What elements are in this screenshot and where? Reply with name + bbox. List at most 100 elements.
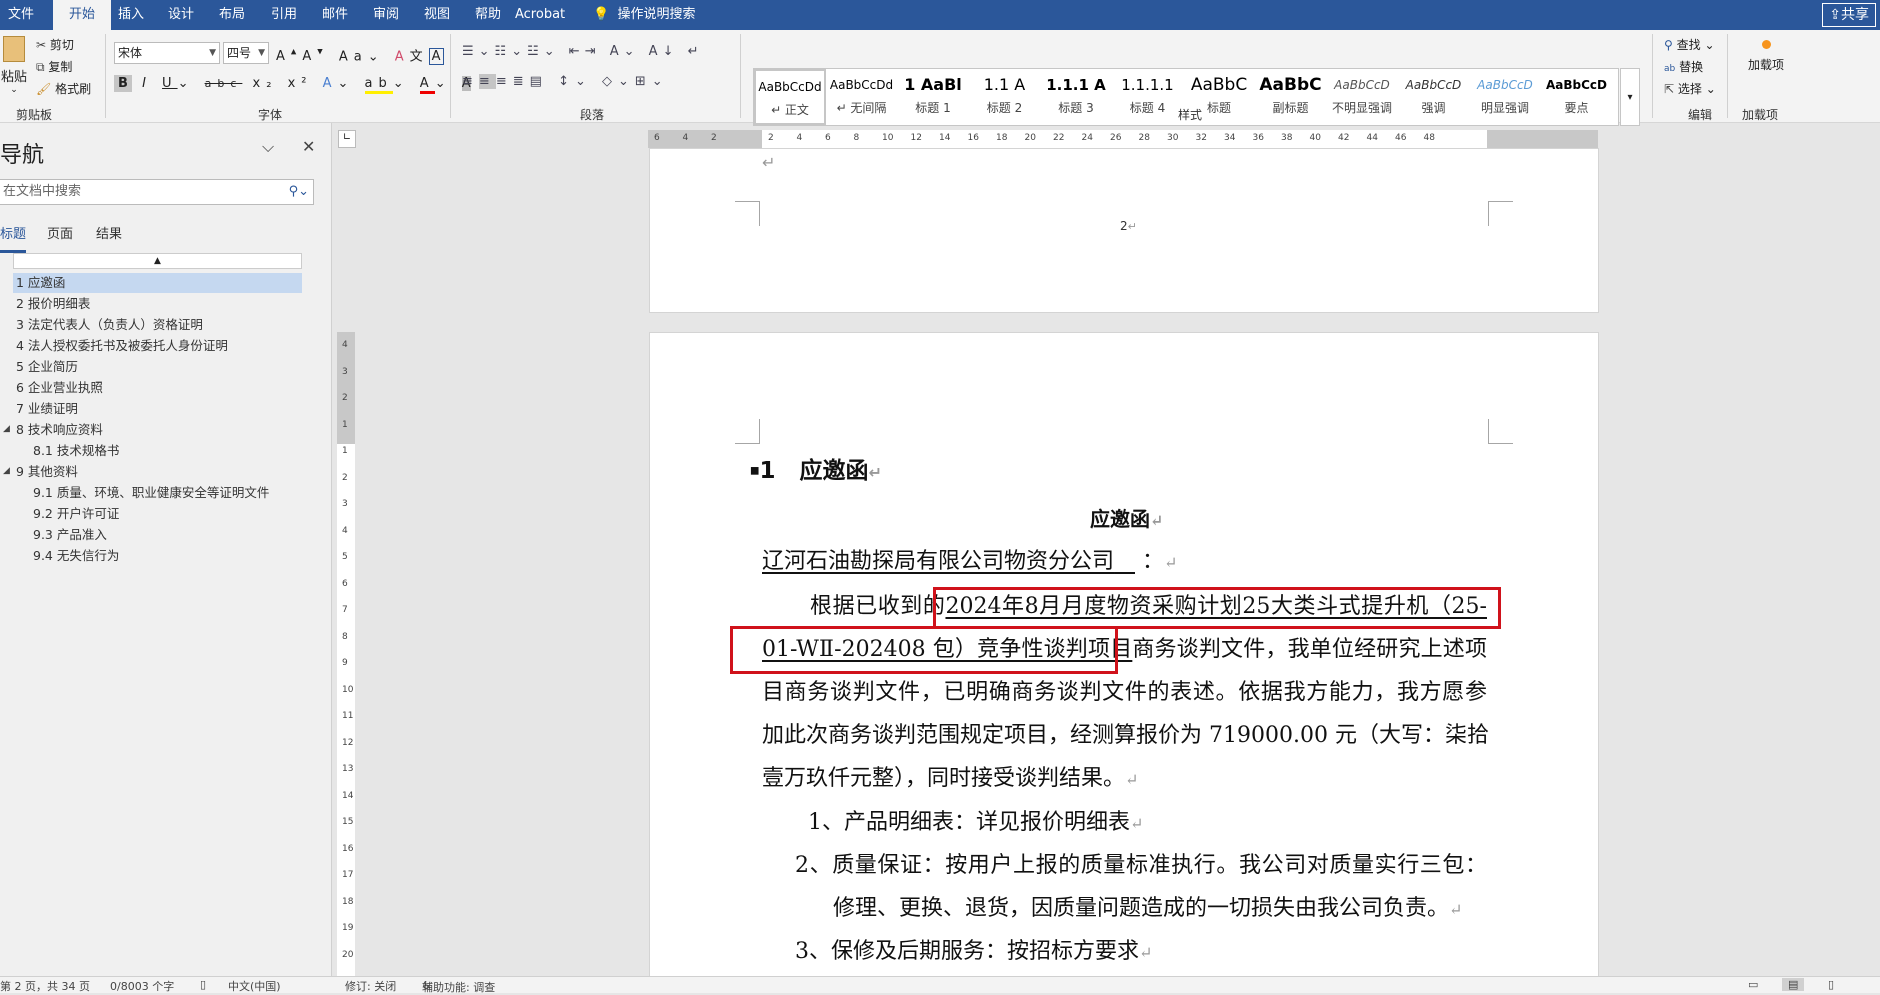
tab-layout[interactable]: 布局 — [211, 0, 253, 30]
heading-1[interactable]: ■1 应邀函↵ — [750, 456, 882, 488]
nav-heading-item[interactable]: 9.1 质量、环境、职业健康安全等证明文件 — [13, 483, 302, 503]
align-right-icon[interactable]: ≡ — [496, 74, 513, 89]
tab-home[interactable]: 开始 — [53, 0, 111, 30]
justify-icon[interactable]: ≣ — [513, 74, 530, 89]
web-layout-icon[interactable]: ▯ — [1828, 978, 1834, 991]
nav-heading-item[interactable]: 4 法人授权委托书及被委托人身份证明 — [13, 336, 302, 356]
style-item[interactable]: 1.1.1.1 标题 4 — [1112, 69, 1184, 125]
vertical-ruler[interactable]: 4321123456789101112131415161718192021 — [337, 332, 355, 986]
nav-heading-item[interactable]: 8.1 技术规格书 — [13, 441, 302, 461]
replace-button[interactable]: ab 替换 — [1664, 58, 1703, 75]
multilevel-list-icon[interactable]: ☳⌄ — [527, 44, 560, 59]
style-item[interactable]: 1.1 A 标题 2 — [969, 69, 1041, 125]
body-line-5[interactable]: 壹万玖仟元整），同时接受谈判结果。↵ — [762, 764, 1138, 795]
grow-font-icon[interactable]: A▴ — [276, 45, 302, 64]
increase-indent-icon[interactable]: ⇥ — [585, 44, 601, 59]
tab-acrobat[interactable]: Acrobat — [507, 0, 573, 30]
tab-references[interactable]: 引用 — [263, 0, 305, 30]
strikethrough-icon[interactable]: abc — [205, 77, 243, 90]
addressee-line[interactable]: 辽河石油勘探局有限公司物资分公司 ：↵ — [762, 547, 1177, 578]
tab-view[interactable]: 视图 — [416, 0, 458, 30]
distributed-icon[interactable]: ▤ — [530, 74, 548, 89]
style-item[interactable]: AaBbCcDd ↵ 正文 — [754, 69, 826, 125]
body-line-3[interactable]: 目商务谈判文件，已明确商务谈判文件的表述。依据我方能力，我方愿参 — [762, 678, 1487, 708]
paste-button[interactable]: 粘贴 ⌄ — [0, 36, 28, 95]
read-mode-icon[interactable]: ▭ — [1748, 978, 1758, 991]
line-spacing-icon[interactable]: ↕⌄ — [558, 74, 592, 89]
nav-heading-item[interactable]: 5 企业简历 — [13, 357, 302, 377]
nav-heading-item[interactable]: 2 报价明细表 — [13, 294, 302, 314]
clear-format-icon[interactable]: A — [395, 49, 410, 64]
nav-tab-results[interactable]: 结果 — [96, 223, 122, 242]
word-count[interactable]: 0/8003 个字 — [110, 978, 174, 994]
chinese-layout-icon[interactable]: A⌄ — [610, 44, 640, 59]
tab-mailings[interactable]: 邮件 — [314, 0, 356, 30]
borders-icon[interactable]: ⊞⌄ — [635, 74, 669, 89]
font-name-combo[interactable]: 宋体 ▼ — [114, 42, 220, 64]
list-item-3[interactable]: 3、保修及后期服务：按招标方要求↵ — [795, 937, 1152, 968]
nav-heading-item[interactable]: 6 企业营业执照 — [13, 378, 302, 398]
tab-file[interactable]: 文件 — [0, 0, 42, 30]
nav-heading-item[interactable]: 9.3 产品准入 — [13, 525, 302, 545]
nav-heading-item[interactable]: 1 应邀函 — [13, 273, 302, 293]
shading-icon[interactable]: ◇⌄ — [602, 74, 635, 89]
style-item[interactable]: AaBbCcD 明显强调 — [1469, 69, 1541, 125]
tab-help[interactable]: 帮助 — [467, 0, 509, 30]
print-layout-icon[interactable]: ▤ — [1782, 978, 1805, 991]
numbering-icon[interactable]: ☷⌄ — [495, 44, 528, 59]
gallery-more-button[interactable]: ▾ — [1620, 68, 1640, 126]
search-icon[interactable]: ⚲⌄ — [289, 180, 309, 204]
align-left-icon[interactable]: ≡ — [462, 74, 479, 89]
letter-title[interactable]: 应邀函↵ — [1090, 504, 1163, 536]
nav-heading-item[interactable]: 9 其他资料 — [13, 462, 302, 482]
nav-heading-item[interactable]: 3 法定代表人（负责人）资格证明 — [13, 315, 302, 335]
shrink-font-icon[interactable]: A▾ — [302, 45, 328, 64]
style-item[interactable]: AaBbCcDd ↵ 无间隔 — [826, 69, 898, 125]
addins-button[interactable]: 加载项 — [1748, 40, 1784, 74]
align-center-icon[interactable]: ≡ — [478, 74, 496, 89]
horizontal-ruler[interactable]: 6 4 2 2 4 6 8 10 12 14 16 18 20 22 24 26 28 30 32 34 36 38 40 4… — [648, 130, 1598, 148]
tab-review[interactable]: 审阅 — [365, 0, 407, 30]
style-item[interactable]: AaBbC 副标题 — [1255, 69, 1327, 125]
style-item[interactable]: AaBbCcD 强调 — [1398, 69, 1470, 125]
language-status[interactable]: 中文(中国) — [228, 978, 281, 994]
subscript-icon[interactable]: x₂ — [253, 76, 278, 91]
bullets-icon[interactable]: ☰⌄ — [462, 44, 495, 59]
select-button[interactable]: ⇱ 选择 ⌄ — [1664, 80, 1716, 97]
nav-heading-item[interactable]: 9.2 开户许可证 — [13, 504, 302, 524]
tab-design[interactable]: 设计 — [160, 0, 202, 30]
share-button[interactable]: ⇪共享 — [1822, 3, 1876, 27]
font-size-combo[interactable]: 四号 ▼ — [223, 42, 269, 64]
close-icon[interactable]: ✕ — [302, 137, 315, 156]
list-item-1[interactable]: 1、产品明细表：详见报价明细表↵ — [808, 808, 1143, 839]
proofing-icon[interactable]: ▯ — [200, 978, 206, 991]
nav-heading-item[interactable]: 7 业绩证明 — [13, 399, 302, 419]
list-item-2[interactable]: 2、质量保证：按用户上报的质量标准执行。我公司对质量实行三包： — [795, 851, 1487, 881]
style-item[interactable]: 1 AaBl 标题 1 — [897, 69, 969, 125]
superscript-icon[interactable]: x² — [288, 76, 313, 91]
nav-options-chevron-icon[interactable]: ⌵ — [262, 137, 274, 157]
nav-tab-pages[interactable]: 页面 — [47, 223, 73, 242]
style-item[interactable]: 1.1.1 A 标题 3 — [1040, 69, 1112, 125]
list-item-2-cont[interactable]: 修理、更换、退货，因质量问题造成的一切损失由我公司负责。↵ — [833, 894, 1462, 925]
body-line-4[interactable]: 加此次商务谈判范围规定项目，经测算报价为 719000.00 元（大写：柒拾 — [762, 721, 1489, 751]
tell-me-search[interactable]: 💡 操作说明搜索 — [585, 0, 703, 30]
find-button[interactable]: ⚲ 查找 ⌄ — [1664, 36, 1715, 53]
format-painter-button[interactable]: 🖌 格式刷 — [36, 80, 91, 97]
highlight-icon[interactable]: ab — [364, 76, 393, 94]
expand-triangle-icon[interactable]: ◢ — [3, 466, 10, 476]
style-item[interactable]: AaBbCcD 要点 — [1541, 69, 1613, 125]
italic-icon[interactable]: I — [142, 76, 152, 91]
nav-tab-headings[interactable]: 标题 — [0, 223, 27, 253]
font-color-icon[interactable]: A — [419, 76, 435, 94]
nav-heading-item[interactable]: 9.4 无失信行为 — [13, 546, 302, 566]
expand-triangle-icon[interactable]: ◢ — [3, 424, 10, 434]
sort-icon[interactable]: A↓ — [649, 44, 679, 59]
nav-search-input[interactable]: 在文档中搜索 ⚲⌄ — [0, 179, 314, 205]
cut-button[interactable]: ✂ 剪切 — [36, 36, 74, 53]
char-border-icon[interactable]: A — [428, 48, 444, 66]
underline-icon[interactable]: U — [162, 76, 178, 91]
page-count[interactable]: 第 2 页，共 34 页 — [0, 978, 90, 994]
show-marks-icon[interactable]: ↵ — [688, 44, 704, 59]
decrease-indent-icon[interactable]: ⇤ — [569, 44, 585, 59]
